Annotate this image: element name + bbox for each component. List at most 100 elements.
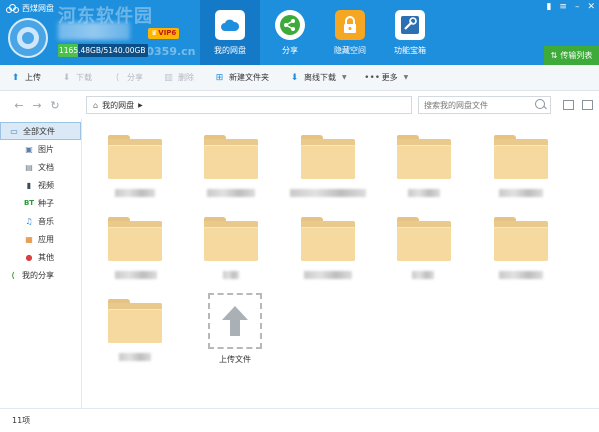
share-label: 分享 xyxy=(127,73,143,82)
nav-share[interactable]: 分享 xyxy=(260,0,320,65)
folder-item[interactable] xyxy=(107,217,163,287)
sidebar-item-label: 图片 xyxy=(38,144,54,154)
share-icon xyxy=(275,10,305,40)
sidebar-item-other[interactable]: ● 其他 xyxy=(0,248,81,266)
forward-arrow-icon[interactable]: → xyxy=(28,99,46,112)
folder-item[interactable] xyxy=(290,135,366,205)
share-button[interactable]: ⟨ 分享 xyxy=(112,72,143,83)
folder-name-blurred xyxy=(408,189,440,197)
vip-badge[interactable]: VIP6 xyxy=(148,28,180,39)
nav-hidden-space[interactable]: 隐藏空间 xyxy=(320,0,380,65)
main-nav: 我的网盘 分享 隐藏空间 功能宝箱 xyxy=(200,0,440,65)
app-header: 西煤网盘 河东软件园 www.pc0359.cn VIP6 1165.48GB/… xyxy=(0,0,599,65)
sidebar-item-my-share[interactable]: ⟨ 我的分享 xyxy=(0,266,81,284)
grid-view-icon[interactable] xyxy=(582,100,593,110)
sidebar-item-label: 视频 xyxy=(38,180,54,190)
address-bar: ← → ↻ ⌂ 我的网盘 ▶ 搜索我的网盘文件 xyxy=(0,92,599,118)
sidebar: ▭ 全部文件 ▣ 图片 ▤ 文档 ▮ 视频 BT 种子 ♫ 音乐 ▦ 应用 ● … xyxy=(0,119,82,408)
sidebar-item-label: 文档 xyxy=(38,162,54,172)
sidebar-item-label: 音乐 xyxy=(38,216,54,226)
folder-item[interactable] xyxy=(107,135,163,205)
folder-icon xyxy=(397,217,451,261)
toolbox-icon xyxy=(395,10,425,40)
back-arrow-icon[interactable]: ← xyxy=(10,99,28,112)
delete-button[interactable]: ▥ 删除 xyxy=(163,72,194,83)
delete-label: 删除 xyxy=(178,73,194,82)
video-icon: ▮ xyxy=(26,180,32,190)
sidebar-item-label: 应用 xyxy=(38,234,54,244)
download-button[interactable]: ⬇ 下载 xyxy=(61,72,92,83)
chevron-down-icon: ▼ xyxy=(403,74,409,81)
avatar[interactable] xyxy=(8,18,48,58)
nav-my-disk[interactable]: 我的网盘 xyxy=(200,0,260,65)
offline-download-button[interactable]: ⬇ 离线下载 ▼ xyxy=(289,72,347,83)
nav-toolbox[interactable]: 功能宝箱 xyxy=(380,0,440,65)
nav-label: 隐藏空间 xyxy=(334,46,366,55)
chevron-down-icon: ▼ xyxy=(342,74,347,81)
new-folder-label: 新建文件夹 xyxy=(229,73,269,82)
more-button[interactable]: ••• 更多 ▼ xyxy=(364,72,409,83)
refresh-icon[interactable]: ↻ xyxy=(46,99,64,112)
folder-icon xyxy=(301,217,355,261)
lock-icon xyxy=(335,10,365,40)
new-folder-icon: ⊞ xyxy=(215,72,224,83)
upload-icon: ⬆ xyxy=(11,72,20,83)
item-count: 11项 xyxy=(12,416,31,425)
nav-label: 功能宝箱 xyxy=(394,46,426,55)
new-folder-button[interactable]: ⊞ 新建文件夹 xyxy=(214,72,269,83)
transfer-list-button[interactable]: ⇅ 传输列表 xyxy=(544,46,599,65)
sidebar-item-apps[interactable]: ▦ 应用 xyxy=(0,230,81,248)
file-grid: 上传文件 xyxy=(83,119,599,408)
folder-name-blurred xyxy=(207,189,255,197)
app-title: 西煤网盘 xyxy=(6,3,54,14)
folder-name-blurred xyxy=(499,189,543,197)
folder-item[interactable] xyxy=(203,217,259,287)
notification-icon[interactable]: ▮ xyxy=(546,2,551,12)
folder-item[interactable] xyxy=(493,135,549,205)
sidebar-item-documents[interactable]: ▤ 文档 xyxy=(0,158,81,176)
download-icon: ⬇ xyxy=(62,72,71,83)
sidebar-item-music[interactable]: ♫ 音乐 xyxy=(0,212,81,230)
nav-label: 我的网盘 xyxy=(214,46,246,55)
minimize-icon[interactable]: – xyxy=(575,2,580,12)
more-icon: ••• xyxy=(364,72,381,83)
list-view-icon[interactable] xyxy=(563,100,574,110)
toolbar: ⬆ 上传 ⬇ 下载 ⟨ 分享 ▥ 删除 ⊞ 新建文件夹 ⬇ 离线下载 ▼ •••… xyxy=(0,65,599,91)
sidebar-item-videos[interactable]: ▮ 视频 xyxy=(0,176,81,194)
folder-small-icon: ▭ xyxy=(10,126,18,136)
folder-item[interactable] xyxy=(493,217,549,287)
sidebar-item-all-files[interactable]: ▭ 全部文件 xyxy=(0,122,81,140)
folder-item[interactable] xyxy=(300,217,356,287)
breadcrumb[interactable]: ⌂ 我的网盘 ▶ xyxy=(86,96,412,114)
upload-dropzone[interactable] xyxy=(208,293,262,349)
folder-icon xyxy=(204,135,258,179)
home-icon: ⌂ xyxy=(93,100,99,110)
cloud-icon xyxy=(215,10,245,40)
username-blurred xyxy=(58,22,130,40)
folder-item[interactable] xyxy=(396,135,452,205)
folder-name-blurred xyxy=(115,271,157,279)
breadcrumb-my-disk[interactable]: 我的网盘 xyxy=(102,100,134,111)
close-icon[interactable]: ✕ xyxy=(587,2,595,12)
download-label: 下载 xyxy=(76,73,92,82)
search-icon[interactable] xyxy=(535,99,545,109)
storage-text: 1165.48GB/5140.00GB xyxy=(59,46,146,55)
document-icon: ▤ xyxy=(25,162,33,172)
folder-name-blurred xyxy=(223,271,239,279)
folder-name-blurred xyxy=(119,353,151,361)
app-title-text: 西煤网盘 xyxy=(22,4,54,13)
folder-icon xyxy=(108,299,162,343)
search-input[interactable]: 搜索我的网盘文件 xyxy=(418,96,551,114)
folder-item[interactable] xyxy=(203,135,259,205)
upload-button[interactable]: ⬆ 上传 xyxy=(10,72,41,83)
folder-item[interactable] xyxy=(107,299,163,369)
upload-label: 上传 xyxy=(25,73,41,82)
sidebar-item-torrents[interactable]: BT 种子 xyxy=(0,194,81,212)
storage-bar: 1165.48GB/5140.00GB xyxy=(58,44,148,57)
folder-item[interactable] xyxy=(396,217,452,287)
sidebar-item-images[interactable]: ▣ 图片 xyxy=(0,140,81,158)
folder-icon xyxy=(494,217,548,261)
upload-file-tile[interactable]: 上传文件 xyxy=(205,293,265,368)
cloud-logo-icon xyxy=(6,4,19,13)
menu-icon[interactable]: ≡ xyxy=(559,2,567,12)
